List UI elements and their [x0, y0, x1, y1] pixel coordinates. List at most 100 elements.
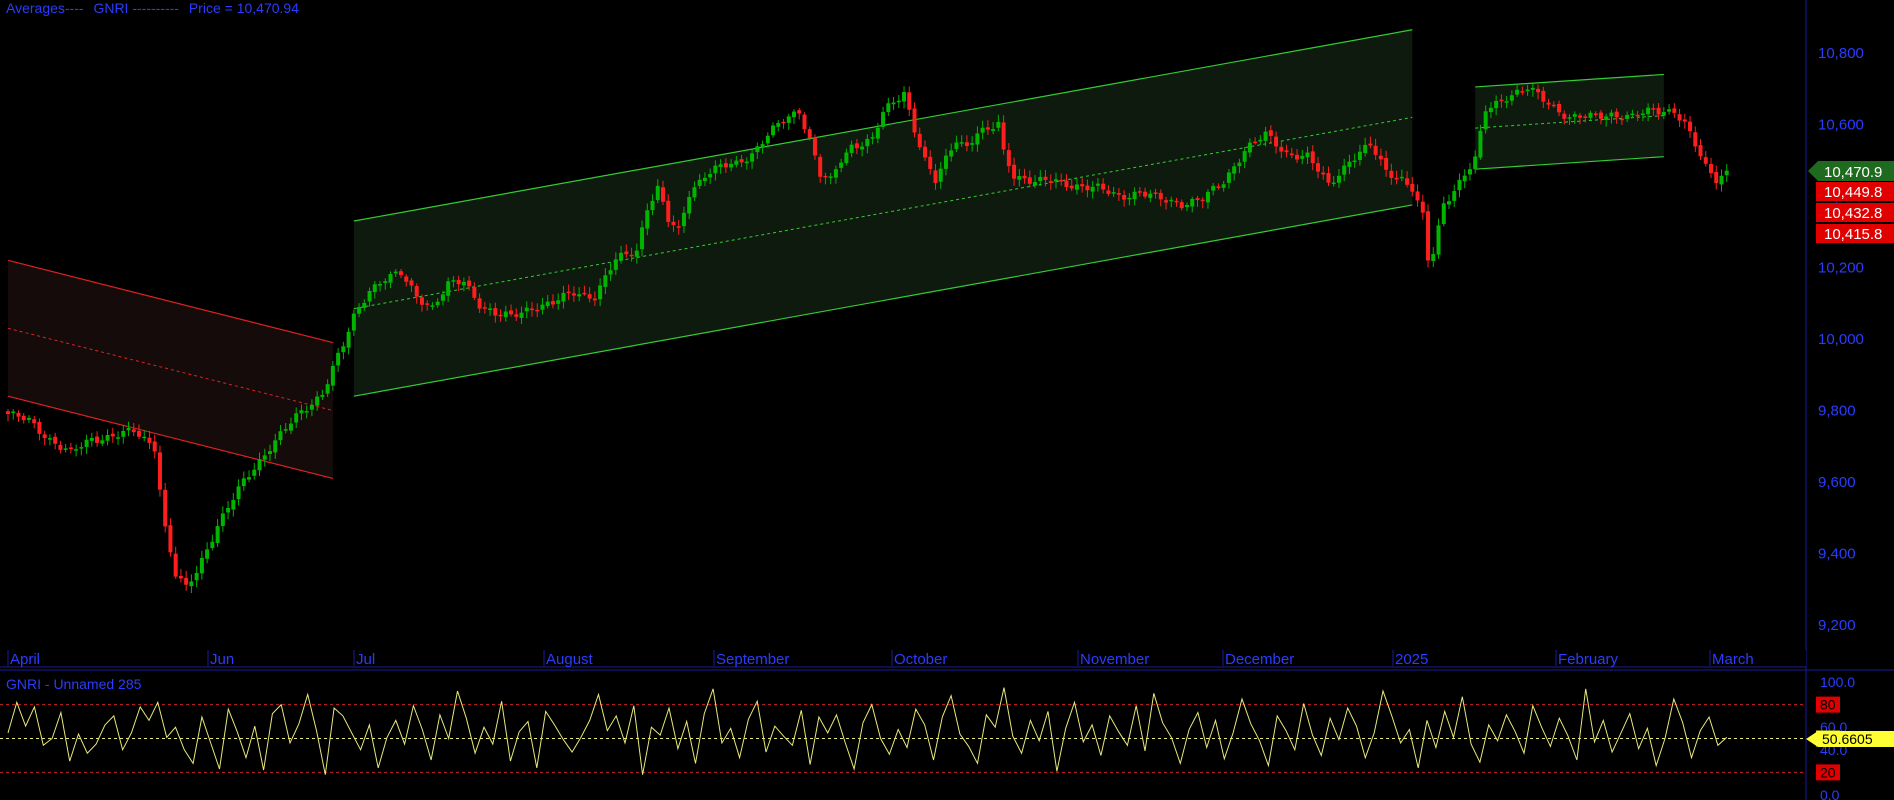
candle-body [482, 307, 487, 309]
candle-body [535, 309, 540, 312]
candle-body [409, 280, 414, 286]
candle-body [1483, 111, 1488, 130]
candle-body [891, 102, 896, 105]
candle-body [1085, 185, 1090, 191]
candle-body [1635, 114, 1640, 117]
candle-body [1216, 186, 1221, 188]
candle-body [592, 298, 597, 301]
candle-body [881, 112, 886, 127]
time-tick-label: September [716, 651, 789, 668]
candle-body [184, 577, 189, 585]
candle-body [456, 280, 461, 285]
time-tick-label: 2025 [1395, 651, 1428, 668]
candle-body [247, 477, 252, 480]
candle-body [776, 123, 781, 127]
candle-body [765, 135, 770, 144]
candle-body [1054, 179, 1058, 182]
candle-body [419, 297, 424, 305]
candle-body [1719, 175, 1724, 185]
candle-body [1258, 139, 1263, 142]
candle-body [1509, 95, 1514, 101]
candle-body [550, 301, 555, 305]
candle-body [95, 436, 100, 443]
candle-body [514, 314, 519, 317]
candle-body [1342, 165, 1347, 175]
candle-body [598, 285, 603, 300]
candle-body [1661, 111, 1666, 116]
candle-body [1226, 172, 1231, 183]
candle-body [902, 92, 907, 102]
candle-body [1200, 199, 1205, 202]
candle-body [273, 440, 278, 453]
candle-body [42, 434, 47, 438]
candle-body [105, 435, 110, 441]
candle-body [980, 127, 985, 133]
candle-body [875, 127, 880, 139]
candle-body [1336, 175, 1341, 183]
candle-body [1095, 183, 1100, 186]
candle-body [933, 170, 938, 183]
candle-body [1488, 107, 1493, 113]
time-tick-label: February [1558, 651, 1619, 668]
candle-body [671, 221, 676, 226]
candle-body [1352, 160, 1357, 163]
candle-body [1321, 172, 1326, 175]
candle-body [304, 411, 309, 413]
candle-body [1111, 192, 1116, 194]
candle-body [1504, 101, 1509, 103]
candle-body [21, 415, 26, 421]
candle-body [1242, 151, 1247, 162]
candle-body [828, 176, 833, 178]
candle-body [89, 438, 94, 441]
candle-body [666, 200, 671, 222]
candle-body [137, 430, 141, 437]
candle-body [320, 394, 325, 397]
candle-body [351, 313, 356, 331]
candle-body [629, 254, 634, 257]
candle-body [1394, 177, 1399, 180]
candle-body [1237, 162, 1242, 167]
candle-body [1179, 202, 1184, 209]
candle-body [1305, 152, 1310, 158]
candle-body [236, 486, 241, 500]
candle-body [341, 346, 346, 353]
price-tick-label: 10,000 [1818, 331, 1864, 348]
candle-body [1164, 200, 1169, 203]
candle-body [1520, 91, 1525, 93]
candle-body [723, 163, 728, 168]
candle-body [68, 447, 73, 449]
candle-body [640, 227, 645, 250]
time-tick-label: October [894, 651, 947, 668]
candle-body [1541, 90, 1546, 102]
candle-body [1263, 131, 1268, 141]
candle-body [205, 549, 210, 559]
candle-body [1127, 197, 1132, 200]
time-tick-label: March [1712, 651, 1754, 668]
candle-body [131, 429, 136, 433]
candle-body [792, 111, 796, 118]
time-tick-label: December [1225, 651, 1294, 668]
candle-body [833, 169, 838, 178]
oscillator-title: GNRI - Unnamed 285 [6, 676, 142, 692]
candle-body [1326, 173, 1331, 183]
candle-body [1211, 185, 1216, 191]
candle-body [1090, 186, 1095, 192]
candle-body [446, 281, 451, 296]
candle-body [388, 274, 393, 283]
header-title: Averages---- GNRI ---------- Price = 10,… [6, 0, 299, 16]
candle-body [1630, 113, 1635, 116]
price-tick-label: 9,200 [1818, 617, 1856, 634]
candle-body [378, 284, 383, 286]
candle-body [692, 187, 697, 198]
candle-body [577, 294, 582, 297]
candle-body [1174, 200, 1179, 203]
candle-body [1268, 130, 1273, 136]
candle-body [959, 142, 964, 144]
candle-body [362, 302, 367, 308]
candle-body [1604, 116, 1609, 120]
candle-body [493, 308, 498, 316]
candle-body [571, 293, 576, 296]
candle-body [1714, 171, 1719, 184]
candle-body [194, 572, 199, 581]
candle-body [771, 125, 776, 136]
